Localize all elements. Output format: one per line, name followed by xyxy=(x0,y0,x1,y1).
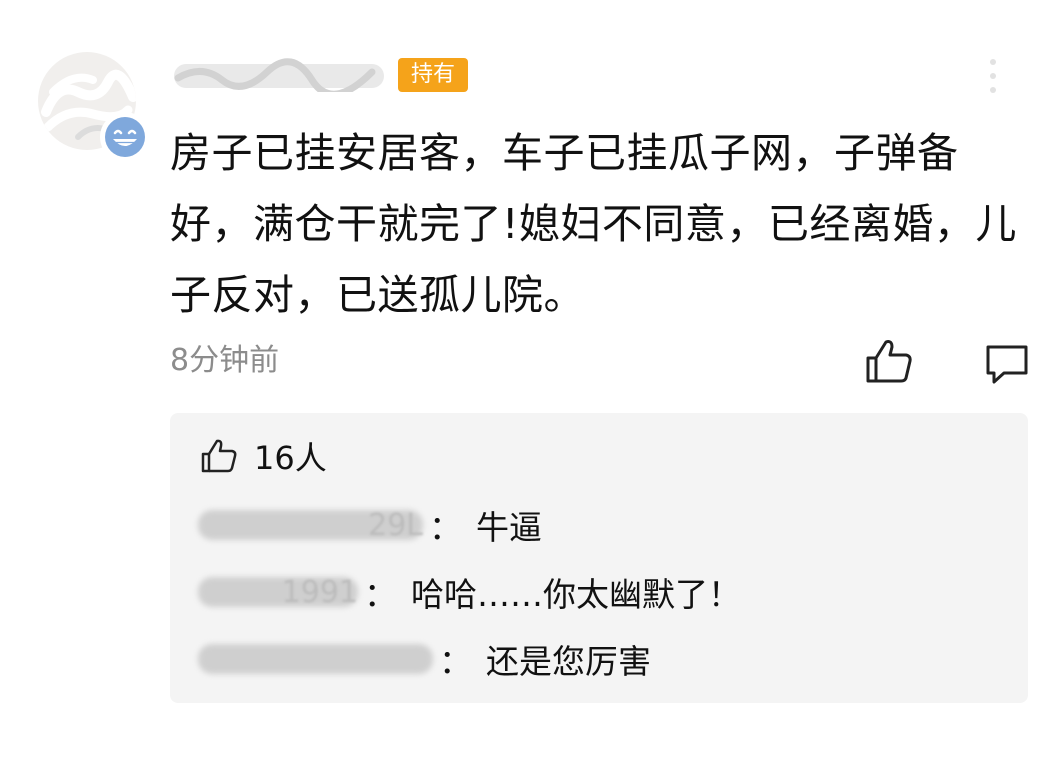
reply-item[interactable]: ： 还是您厉害 xyxy=(198,635,651,683)
reply-separator: ： xyxy=(439,642,472,681)
grinning-face-icon xyxy=(100,112,150,162)
reply-username-redacted[interactable]: 29L xyxy=(198,501,423,549)
reply-separator: ： xyxy=(429,508,462,547)
comment-timestamp: 8分钟前 xyxy=(170,343,280,378)
reply-username-suffix: 29L xyxy=(368,507,423,543)
replies-panel: 16人 29L ： 牛逼 1991 ： 哈哈……你太幽默了！ ： 还是您厉害 xyxy=(170,413,1028,703)
holder-badge: 持有 xyxy=(398,58,468,92)
likes-count: 16人 xyxy=(254,439,327,477)
likes-summary[interactable]: 16人 xyxy=(200,435,327,477)
reply-username-redacted[interactable] xyxy=(198,635,433,683)
thumbs-up-icon[interactable] xyxy=(864,338,914,384)
reply-username-redacted[interactable]: 1991 xyxy=(198,568,358,616)
reply-text: 哈哈……你太幽默了！ xyxy=(411,575,741,614)
more-vertical-icon[interactable] xyxy=(978,55,1008,97)
reply-text: 牛逼 xyxy=(476,508,542,547)
thumbs-up-small-icon xyxy=(201,439,237,473)
reply-text: 还是您厉害 xyxy=(486,642,651,681)
comment-bubble-icon[interactable] xyxy=(984,342,1030,386)
reply-item[interactable]: 29L ： 牛逼 xyxy=(198,501,542,549)
reply-separator: ： xyxy=(364,575,397,614)
reply-item[interactable]: 1991 ： 哈哈……你太幽默了！ xyxy=(198,568,741,616)
reply-username-suffix: 1991 xyxy=(281,574,358,610)
comment-text: 房子已挂安居客，车子已挂瓜子网，子弹备好，满仓干就完了!媳妇不同意，已经离婚，儿… xyxy=(170,129,1017,319)
username-redacted[interactable] xyxy=(172,58,387,92)
